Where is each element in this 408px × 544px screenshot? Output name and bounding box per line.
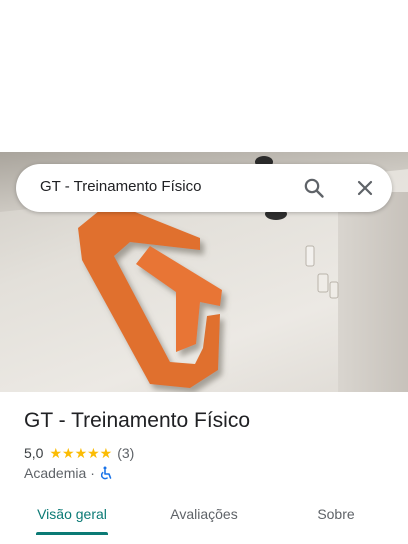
- review-count[interactable]: (3): [117, 445, 134, 461]
- tab-overview[interactable]: Visão geral: [24, 496, 120, 532]
- active-tab-indicator: [36, 532, 108, 535]
- wall-outlet-2: [317, 273, 329, 293]
- wheelchair-icon: [99, 466, 113, 480]
- search-icon[interactable]: [302, 176, 326, 200]
- tab-bar: Visão geral Avaliações Sobre: [0, 496, 408, 544]
- category-row: Academia ·: [24, 465, 113, 481]
- rating-stars: ★★★★★: [49, 444, 113, 461]
- tab-reviews[interactable]: Avaliações: [156, 496, 252, 532]
- close-icon[interactable]: [353, 176, 377, 200]
- category-label: Academia: [24, 465, 87, 481]
- top-blank-area: [0, 0, 408, 152]
- rating-value: 5,0: [24, 445, 44, 461]
- separator-dot: ·: [90, 465, 95, 481]
- wall-outlet-3: [329, 281, 339, 299]
- wall-outlet: [305, 245, 315, 267]
- place-title: GT - Treinamento Físico: [24, 409, 251, 432]
- tab-about[interactable]: Sobre: [288, 496, 384, 532]
- search-bar[interactable]: GT - Treinamento Físico: [16, 164, 392, 212]
- rating-row[interactable]: 5,0 ★★★★★ (3): [24, 444, 134, 462]
- search-input[interactable]: GT - Treinamento Físico: [40, 178, 201, 195]
